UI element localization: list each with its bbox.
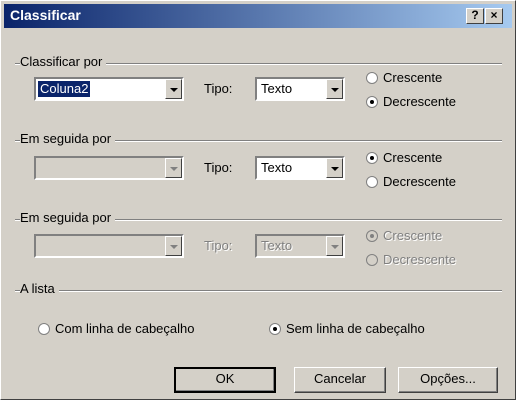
without-header-label: Sem linha de cabeçalho (286, 321, 425, 336)
sort1-type-value: Texto (261, 81, 293, 96)
sort3-type-value: Texto (261, 238, 293, 253)
sort2-type-value: Texto (261, 160, 293, 175)
radio-selected-icon (269, 322, 281, 335)
sort1-desc-label: Decrescente (383, 94, 456, 109)
chevron-down-icon[interactable] (165, 158, 182, 178)
sort2-field-select[interactable] (34, 156, 184, 180)
sort2-field-value (38, 160, 42, 176)
sort1-type-select[interactable]: Texto (255, 77, 345, 101)
sort3-desc-label: Decrescente (383, 252, 456, 267)
sort1-field-value: Coluna2 (38, 81, 91, 97)
sort3-type-select[interactable]: Texto (255, 234, 345, 258)
sort3-group-label: Em seguida por (20, 210, 116, 225)
sort3-field-value (38, 238, 42, 254)
group-divider (15, 290, 502, 292)
radio-selected-icon (366, 151, 378, 164)
sort2-asc-radio[interactable]: Crescente (366, 150, 442, 166)
with-header-label: Com linha de cabeçalho (55, 321, 195, 336)
help-button[interactable]: ? (466, 8, 484, 24)
help-icon: ? (471, 8, 479, 22)
sort1-desc-radio[interactable]: Decrescente (366, 94, 456, 110)
cancel-button[interactable]: Cancelar (294, 367, 386, 393)
close-icon: × (490, 8, 498, 22)
sort1-group-label: Classificar por (20, 54, 107, 69)
sort2-group-label: Em seguida por (20, 131, 116, 146)
sort2-desc-label: Decrescente (383, 174, 456, 189)
sort3-asc-radio[interactable]: Crescente (366, 228, 442, 244)
title-bar: Classificar ? × (4, 4, 512, 28)
radio-selected-icon (366, 229, 378, 242)
chevron-down-icon[interactable] (165, 79, 182, 99)
options-button[interactable]: Opções... (398, 367, 498, 393)
sort2-desc-radio[interactable]: Decrescente (366, 174, 456, 190)
sort3-desc-radio[interactable]: Decrescente (366, 252, 456, 268)
ok-button[interactable]: OK (174, 367, 276, 393)
sort3-type-label: Tipo: (204, 238, 233, 253)
sort3-field-select[interactable] (34, 234, 184, 258)
sort2-asc-label: Crescente (383, 150, 443, 165)
chevron-down-icon[interactable] (165, 236, 182, 256)
list-group-label: A lista (20, 281, 59, 296)
sort2-type-select[interactable]: Texto (255, 156, 345, 180)
chevron-down-icon[interactable] (326, 158, 343, 178)
radio-icon (38, 322, 50, 335)
sort-dialog: Classificar ? × Classificar por Coluna2 … (0, 0, 516, 400)
sort1-field-select[interactable]: Coluna2 (34, 77, 184, 101)
sort1-asc-radio[interactable]: Crescente (366, 70, 442, 86)
radio-icon (366, 253, 378, 266)
close-button[interactable]: × (485, 8, 503, 24)
chevron-down-icon[interactable] (326, 236, 343, 256)
sort1-asc-label: Crescente (383, 70, 443, 85)
without-header-radio[interactable]: Sem linha de cabeçalho (269, 321, 425, 337)
dialog-title: Classificar (10, 7, 81, 23)
with-header-radio[interactable]: Com linha de cabeçalho (38, 321, 194, 337)
sort2-type-label: Tipo: (204, 160, 233, 175)
radio-icon (366, 175, 378, 188)
sort3-asc-label: Crescente (383, 228, 443, 243)
sort1-type-label: Tipo: (204, 81, 233, 96)
chevron-down-icon[interactable] (326, 79, 343, 99)
radio-selected-icon (366, 95, 378, 108)
radio-icon (366, 71, 378, 84)
